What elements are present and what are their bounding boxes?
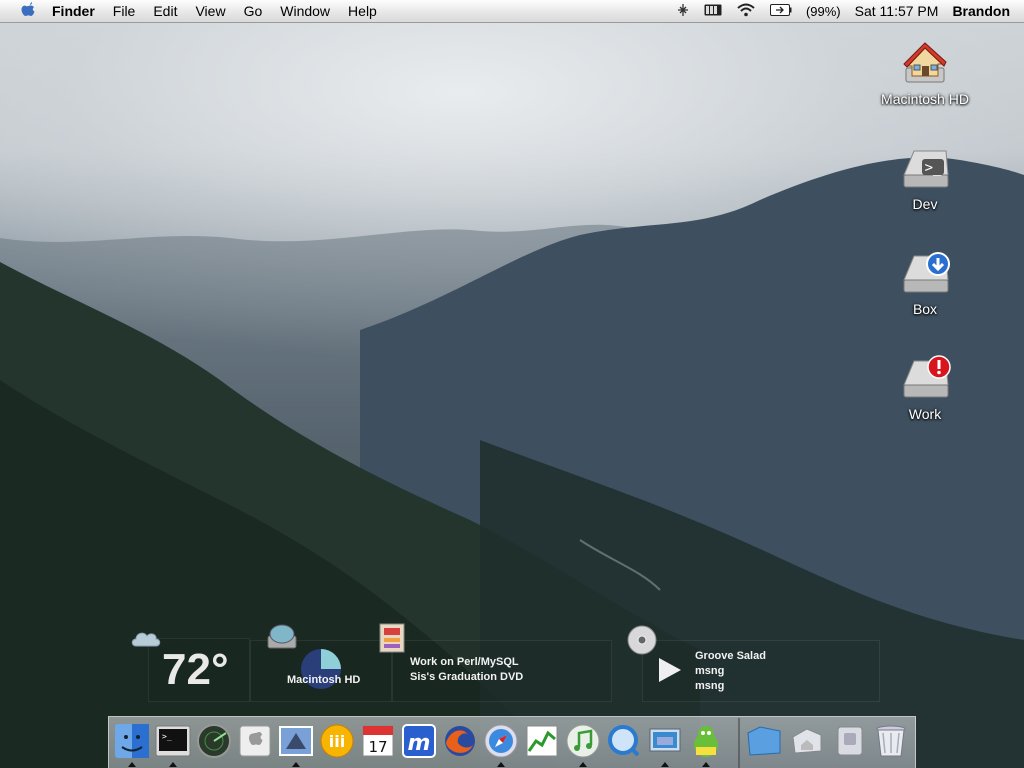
dock-activity-icon[interactable] xyxy=(523,722,561,760)
svg-text:m: m xyxy=(408,731,431,756)
stickies-icon xyxy=(379,623,405,653)
running-indicator xyxy=(169,762,177,767)
cloud-icon xyxy=(131,632,161,647)
desktop-icon-box[interactable]: Box xyxy=(870,250,980,317)
svg-text:iii: iii xyxy=(329,732,345,751)
battery-icon[interactable] xyxy=(769,3,792,19)
running-indicator xyxy=(128,762,136,767)
dock-app-folder-icon[interactable] xyxy=(831,722,869,760)
apple-menu-icon[interactable] xyxy=(16,0,38,22)
dock-home-folder-icon[interactable] xyxy=(788,722,826,760)
house-drive-icon xyxy=(903,42,947,83)
dock-terminal-icon[interactable]: >_ xyxy=(154,722,192,760)
app-menu-finder[interactable]: Finder xyxy=(50,0,104,22)
cd-icon xyxy=(627,625,657,655)
dock-itunes-icon[interactable] xyxy=(564,722,602,760)
radio-text: Groove Salad msng msng xyxy=(695,649,766,694)
menu-go[interactable]: Go xyxy=(235,0,272,22)
dock-system-icon[interactable] xyxy=(646,722,684,760)
menu-help[interactable]: Help xyxy=(339,0,386,22)
menu-window[interactable]: Window xyxy=(271,0,339,22)
dock-finder-icon[interactable] xyxy=(113,722,151,760)
radio-line: msng xyxy=(695,680,725,692)
svg-text:>_: >_ xyxy=(925,160,942,176)
menu-clock[interactable]: Sat 11:57 PM xyxy=(855,3,939,19)
dock-network-radar-icon[interactable] xyxy=(195,722,233,760)
menu-bar: Finder File Edit View Go Window Help (99… xyxy=(0,0,1024,23)
user-menu[interactable]: Brandon xyxy=(952,3,1010,19)
desktop-icon-label: Box xyxy=(912,301,938,317)
desktop-icon-label: Dev xyxy=(912,196,938,212)
desktop-icon-dev[interactable]: >_ Dev xyxy=(870,145,980,212)
running-indicator xyxy=(292,762,300,767)
battery-meter-icon[interactable] xyxy=(704,3,722,19)
stickies-line: Sis's Graduation DVD xyxy=(410,671,524,683)
dock-mail-icon[interactable] xyxy=(277,722,315,760)
bluetooth-status-icon[interactable] xyxy=(676,3,690,20)
svg-text:>_: >_ xyxy=(162,732,172,741)
battery-percent: (99%) xyxy=(805,3,841,19)
radio-station: Groove Salad xyxy=(695,650,766,662)
drive-icon xyxy=(903,355,951,398)
drive-icon: >_ xyxy=(903,150,949,188)
running-indicator xyxy=(702,762,710,767)
stickies-line: Work on Perl/MySQL xyxy=(410,656,519,668)
dock-folder-icon[interactable] xyxy=(745,722,783,760)
stickies-text: Work on Perl/MySQL Sis's Graduation DVD xyxy=(410,655,523,685)
desktop-icon-work[interactable]: Work xyxy=(870,355,980,422)
drive-icon xyxy=(903,252,950,293)
dock-apple-preview-icon[interactable] xyxy=(236,722,274,760)
disk-icon xyxy=(267,624,297,649)
menu-file[interactable]: File xyxy=(104,0,145,22)
svg-text:17: 17 xyxy=(368,738,387,756)
dock-adium-icon[interactable] xyxy=(687,722,725,760)
desktop-icon-label: Work xyxy=(908,406,942,422)
dock-firefox-icon[interactable] xyxy=(441,722,479,760)
running-indicator xyxy=(579,762,587,767)
weather-temperature: 72° xyxy=(162,645,229,694)
menu-edit[interactable]: Edit xyxy=(144,0,186,22)
menu-view[interactable]: View xyxy=(186,0,234,22)
radio-line: msng xyxy=(695,665,725,677)
desktop-icon-macintosh-hd[interactable]: Macintosh HD xyxy=(870,40,980,107)
disk-widget-label: Macintosh HD xyxy=(287,674,361,686)
play-icon[interactable] xyxy=(656,656,684,684)
dock-trash-icon[interactable] xyxy=(872,722,910,760)
dock-quicktime-icon[interactable] xyxy=(605,722,643,760)
running-indicator xyxy=(497,762,505,767)
dock-fire-app-icon[interactable]: iii xyxy=(318,722,356,760)
desktop-icon-label: Macintosh HD xyxy=(881,91,969,107)
dock-separator xyxy=(738,718,740,768)
wifi-icon[interactable] xyxy=(736,3,756,20)
dock-safari-icon[interactable] xyxy=(482,722,520,760)
running-indicator xyxy=(661,762,669,767)
dock-mail-app-icon[interactable]: m xyxy=(400,722,438,760)
dock-ical-icon[interactable]: 17 xyxy=(359,722,397,760)
